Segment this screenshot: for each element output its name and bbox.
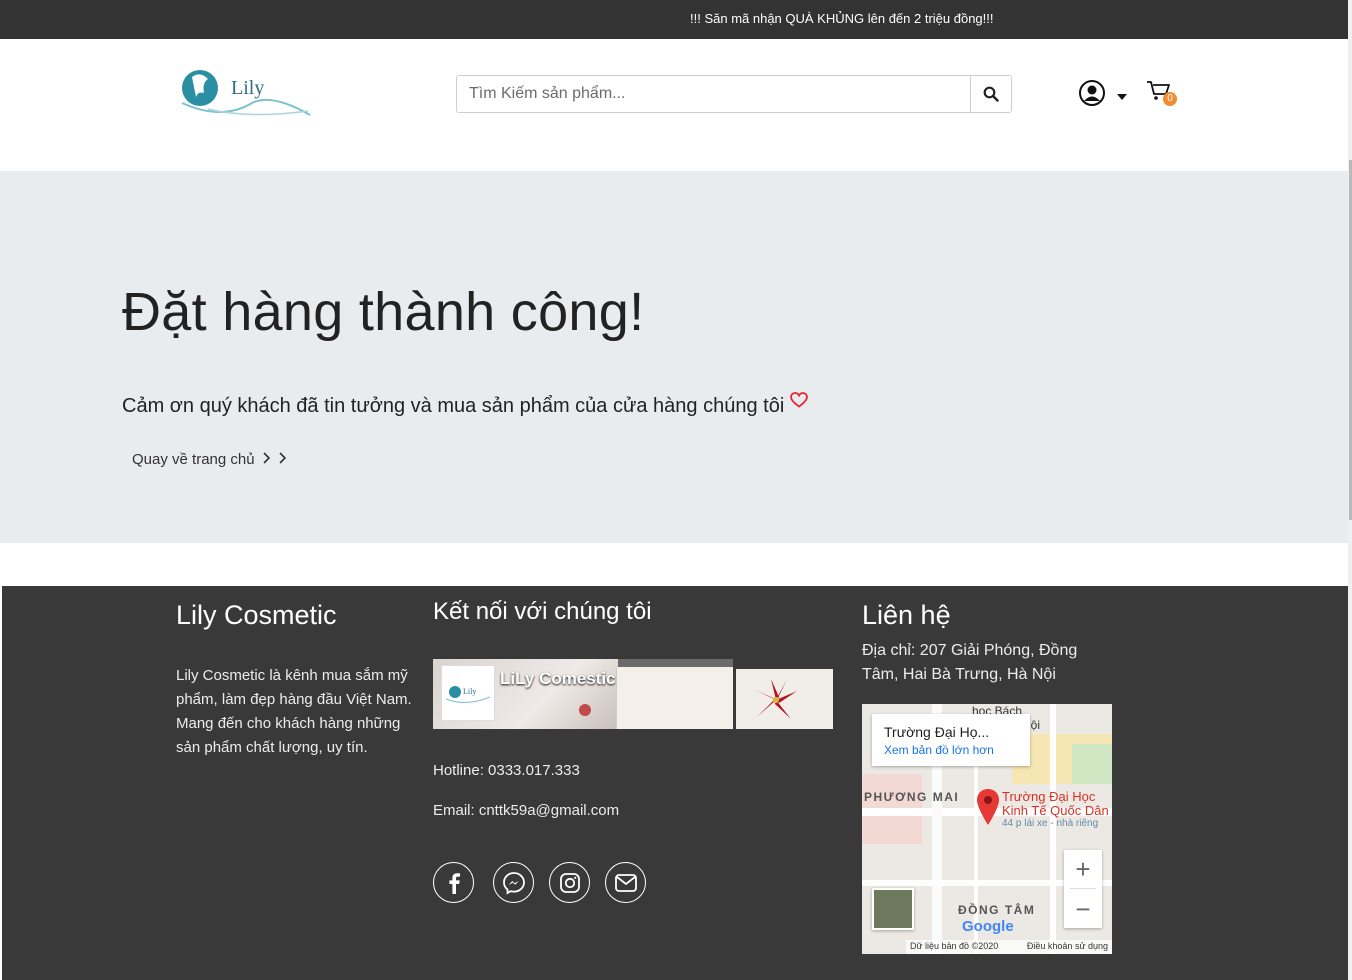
map-pin-sublabel: 44 p lái xe - nhà riêng xyxy=(1002,818,1099,829)
footer-about-description: Lily Cosmetic là kênh mua sắm mỹ phẩm, l… xyxy=(176,667,412,756)
google-logo: Google xyxy=(962,918,1014,935)
instagram-link[interactable] xyxy=(549,862,590,903)
map-zoom-control: + − xyxy=(1064,850,1102,928)
footer-connect-title: Kết nối với chúng tôi xyxy=(433,598,652,625)
cart-count-badge: 0 xyxy=(1163,92,1177,106)
chevron-right-icon xyxy=(261,451,271,468)
user-menu[interactable] xyxy=(1078,79,1130,109)
instagram-icon xyxy=(559,872,580,893)
order-success-section: Đặt hàng thành công! Cảm ơn quý khách đã… xyxy=(0,171,1348,543)
thank-you-text: Cảm ơn quý khách đã tin tưởng và mua sản… xyxy=(122,395,785,417)
search-input[interactable] xyxy=(456,75,971,113)
map-pin-label: Trường Đại Học Kinh Tế Quốc Dân xyxy=(1002,789,1109,818)
site-header: Lily 0 xyxy=(0,39,1348,171)
footer-address: Địa chỉ: 207 Giải Phóng, Đồng Tâm, Hai B… xyxy=(862,642,1078,683)
search-bar xyxy=(456,75,1012,113)
cart-button[interactable]: 0 xyxy=(1146,79,1180,109)
footer-contact-title: Liên hệ xyxy=(862,600,951,630)
promo-bar: !!! Săn mã nhận QUÀ KHỦNG lên đến 2 triệ… xyxy=(0,0,1348,39)
map-area-label: ĐỒNG TÂM xyxy=(958,903,1036,917)
map-terms-link[interactable]: Điều khoản sử dụng xyxy=(1027,941,1108,953)
messenger-link[interactable] xyxy=(493,862,534,903)
heart-icon xyxy=(790,391,809,414)
site-footer: Lily Cosmetic Lily Cosmetic là kênh mua … xyxy=(2,586,1348,980)
facebook-page-banner[interactable]: Lily LiLy Comestic xyxy=(433,659,833,729)
email-link[interactable] xyxy=(605,862,646,903)
facebook-page-avatar: Lily xyxy=(441,665,495,721)
facebook-icon xyxy=(448,872,460,894)
footer-about-title: Lily Cosmetic xyxy=(176,600,337,630)
messenger-icon xyxy=(502,871,525,895)
facebook-page-name: LiLy Comestic xyxy=(500,669,616,688)
map-place-card: Trường Đại Họ... Xem bản đồ lớn hơn xyxy=(872,714,1030,766)
footer-hotline: Hotline: 0333.017.333 xyxy=(433,762,580,779)
zoom-out-button[interactable]: − xyxy=(1064,890,1102,928)
zoom-in-button[interactable]: + xyxy=(1064,850,1102,888)
flower-decoration xyxy=(753,679,797,719)
view-larger-map-link[interactable]: Xem bản đồ lớn hơn xyxy=(884,743,994,757)
mail-icon xyxy=(614,873,637,892)
logo-text: Lily xyxy=(231,77,265,99)
site-logo[interactable]: Lily xyxy=(178,63,314,121)
back-home-label: Quay về trang chủ xyxy=(132,451,255,468)
user-icon xyxy=(1079,80,1105,106)
chevron-down-icon xyxy=(1117,94,1127,100)
search-button[interactable] xyxy=(970,75,1012,113)
facebook-link[interactable] xyxy=(433,862,474,903)
map-satellite-toggle[interactable] xyxy=(872,888,914,930)
page-title: Đặt hàng thành công! xyxy=(122,282,645,342)
chevron-right-icon xyxy=(277,451,287,468)
map-data-credit: Dữ liệu bản đồ ©2020 xyxy=(910,941,999,951)
thank-you-message: Cảm ơn quý khách đã tin tưởng và mua sản… xyxy=(122,392,809,418)
map-place-title: Trường Đại Họ... xyxy=(884,724,990,740)
back-home-link[interactable]: Quay về trang chủ xyxy=(132,451,287,468)
map-area-label: PHƯƠNG MAI xyxy=(864,790,960,804)
search-icon xyxy=(983,86,999,102)
promo-text: !!! Săn mã nhận QUÀ KHỦNG lên đến 2 triệ… xyxy=(690,11,994,26)
map-attribution: Dữ liệu bản đồ ©2020 Điều khoản sử dụng xyxy=(906,940,1112,954)
map-pin-icon[interactable] xyxy=(976,788,1000,826)
facebook-avatar-text: Lily xyxy=(463,687,477,696)
google-map[interactable]: học Bách lội PHƯƠNG MAI ĐỒNG TÂM Trường … xyxy=(862,704,1112,954)
footer-email: Email: cnttk59a@gmail.com xyxy=(433,802,620,819)
rose-decoration xyxy=(579,704,591,716)
